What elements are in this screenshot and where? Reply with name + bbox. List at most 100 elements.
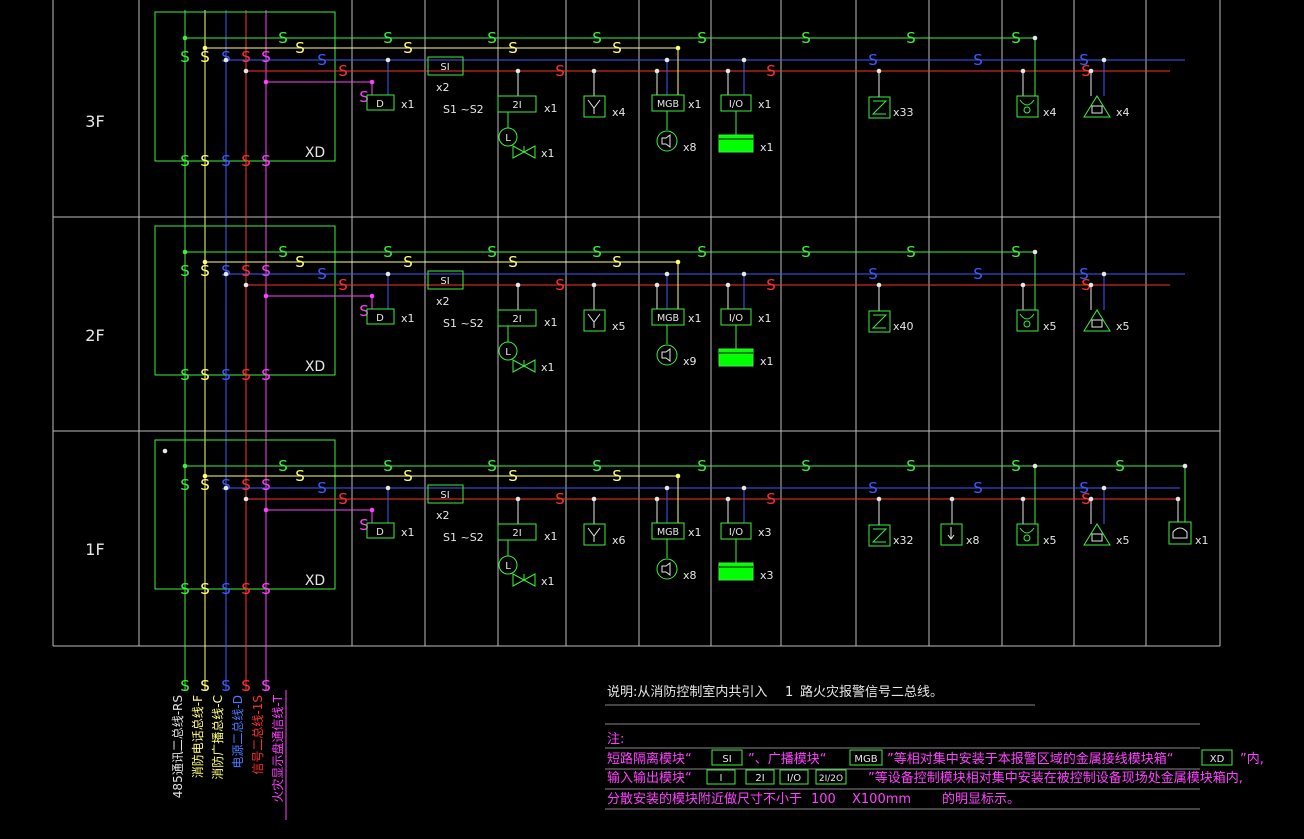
wire-s-marker: S [261, 262, 271, 280]
junction-dot [876, 282, 882, 288]
wire-s-marker: S [403, 467, 413, 485]
note-box-i-label: I [720, 773, 723, 784]
module-io-label: I/O [729, 313, 743, 324]
count-d: x1 [401, 526, 415, 539]
junction-dot [202, 259, 208, 265]
notes-line3-a: 分散安装的模块附近做尺寸不小于 [607, 791, 802, 807]
count-smoke-detector: x40 [893, 320, 914, 333]
wire-s-marker: S [241, 48, 251, 66]
junction-dot [243, 282, 249, 288]
junction-dot [1182, 463, 1188, 469]
wire-s-marker: S [221, 262, 231, 280]
notes-tail: 路火灾报警信号二总线。 [800, 684, 943, 700]
notes-line1-b: ”、广播模块“ [748, 752, 826, 767]
panel-label: XD [305, 145, 325, 161]
smoke-detector-icon [871, 314, 888, 329]
notes-line1-a: 短路隔离模块“ [607, 751, 692, 767]
count-horn: x9 [683, 355, 697, 368]
riser-line-label: 消防电话总线-F [190, 695, 205, 778]
notes-line3-c: X100mm [852, 792, 911, 807]
wire-s-marker: S [278, 29, 288, 47]
junction-dot [385, 57, 391, 63]
junction-dot [654, 282, 660, 288]
junction-dot [675, 45, 681, 51]
count-horn: x8 [683, 569, 697, 582]
count-d: x1 [401, 98, 415, 111]
wire-s-marker: S [383, 243, 393, 261]
wire-s-marker: S [555, 62, 565, 80]
note-box-mgb-label: MGB [854, 754, 877, 765]
module-mgb-label: MGB [657, 527, 679, 538]
junction-dot [591, 282, 597, 288]
count-mgb: x1 [688, 312, 702, 325]
riser-line-label: 信号二总线-1S [251, 695, 265, 775]
junction-dot [1088, 282, 1094, 288]
count-manual-alarm: x4 [1116, 106, 1130, 119]
count-2i: x1 [544, 102, 558, 115]
count-d: x1 [401, 312, 415, 325]
wire-s-marker: S [200, 580, 210, 598]
junction-dot [725, 282, 731, 288]
count-manual-alarm: x5 [1116, 534, 1130, 547]
wire-s-marker: S [1011, 29, 1021, 47]
junction-dot [654, 496, 660, 502]
note-box-2i-label: 2I [755, 773, 764, 784]
wire-s-marker: S [241, 152, 251, 170]
junction-dot [725, 68, 731, 74]
count-control-device: x1 [760, 141, 774, 154]
module-2i-label: 2I [512, 528, 521, 539]
wire-s-marker: S [592, 457, 602, 475]
wire-s-marker: S [766, 276, 776, 294]
junction-dot [515, 282, 521, 288]
wire-s-marker: S [200, 262, 210, 280]
wire-s-marker: S [868, 265, 878, 283]
fire-telephone-box [1016, 95, 1039, 118]
si-range: S1 ~S2 [443, 317, 484, 330]
wire-s-marker: S [403, 39, 413, 57]
notes-line2-b: ”等设备控制模块相对集中安装在被控制设备现场处金属模块箱内, [868, 770, 1243, 786]
wire-s-marker: S [221, 366, 231, 384]
wire-s-marker: S [766, 62, 776, 80]
fire-telephone-icon [1019, 99, 1035, 114]
module-d-label: D [376, 99, 384, 110]
count-io: x1 [758, 98, 772, 111]
floor-1f: 1FXDSSSSSSSSSSS S S S S S S SS S S SS S S SS S S SSSD x1S… [85, 439, 1209, 598]
junction-dot [243, 496, 249, 502]
junction-dot [741, 271, 747, 277]
note-box-si-label: SI [722, 754, 731, 765]
speaker-icon [587, 99, 601, 114]
count-valve: x1 [541, 575, 555, 588]
wire-s-marker: S [592, 243, 602, 261]
count-speaker: x4 [612, 106, 626, 119]
wire-s-marker: S [1011, 457, 1021, 475]
module-2i-label: 2I [512, 314, 521, 325]
wire-s-marker: S [338, 62, 348, 80]
wire-s-marker: S [221, 580, 231, 598]
count-mgb: x1 [688, 526, 702, 539]
smoke-detector-icon [871, 528, 888, 543]
si-range: S1 ~S2 [443, 531, 484, 544]
module-d-label: D [376, 527, 384, 538]
junction-dot [369, 79, 375, 85]
count-valve: x1 [541, 147, 555, 160]
junction-dot [1020, 282, 1026, 288]
junction-dot [1101, 57, 1107, 63]
wire-s-marker: S [221, 476, 231, 494]
smoke-detector-icon [871, 100, 888, 115]
panel-box-xd [154, 11, 336, 162]
count-control-device: x1 [760, 355, 774, 368]
floor-2f: 2FXDSSSSSSSSSSS S S S S S S SS S S SS S S SS S S SS Dx1SI… [85, 225, 1185, 384]
wire-s-marker: S [906, 243, 916, 261]
module-l-label: L [505, 347, 511, 358]
wire-s-marker: S [241, 476, 251, 494]
wire-s-marker: S [180, 677, 190, 695]
module-si-label: SI [440, 62, 449, 73]
wire-s-marker: S [221, 677, 231, 695]
fire-telephone-icon [1019, 527, 1035, 542]
call-point-box [1168, 521, 1192, 545]
count-manual-alarm: x5 [1116, 320, 1130, 333]
wire-s-marker: S [487, 29, 497, 47]
notes: 说明:从消防控制室内共引入 1 路火灾报警信号二总线。注: 短路隔离模块“ SI ”、广播… [605, 684, 1264, 810]
note-box-io-label: I/O [787, 773, 801, 784]
floor-3f: 3FXDSSSSSSSSSSS S S S S S S SS S S SS S S SS S S SS Dx1SI… [85, 11, 1185, 170]
